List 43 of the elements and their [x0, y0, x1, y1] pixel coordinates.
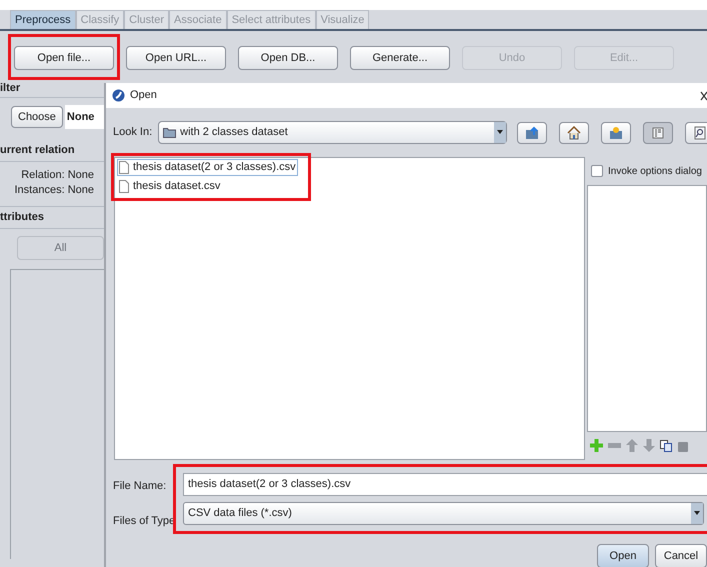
toolbar-button[interactable]: Open file...	[14, 46, 114, 70]
close-icon[interactable]	[700, 90, 707, 100]
file-item[interactable]: thesis dataset.csv	[117, 178, 222, 195]
file-name-label: File Name:	[113, 479, 168, 494]
section-heading: ttributes	[0, 210, 44, 226]
java-icon	[112, 89, 125, 102]
home-button[interactable]	[559, 122, 590, 144]
new-folder-icon	[609, 126, 624, 140]
dialog-title: Open	[130, 88, 157, 104]
checkbox-label: Invoke options dialog	[608, 164, 702, 178]
toolbar-button[interactable]: Open URL...	[126, 46, 226, 70]
view-toggle-button[interactable]	[685, 122, 707, 144]
files-of-type-dropdown[interactable]: CSV data files (*.csv)	[183, 502, 704, 525]
files-of-type-value: CSV data files (*.csv)	[188, 506, 292, 522]
section-heading: ilter	[0, 81, 20, 96]
tab[interactable]: Preprocess	[10, 10, 76, 29]
paste-icon[interactable]	[677, 440, 689, 452]
section-heading: urrent relation	[0, 142, 75, 158]
relation-text: Relation: None	[21, 168, 94, 183]
copy-icon[interactable]	[660, 440, 672, 452]
look-in-dropdown[interactable]: with 2 classes dataset	[158, 121, 508, 144]
look-in-label: Look In:	[113, 125, 152, 140]
toolbar-button[interactable]: Generate...	[350, 46, 450, 70]
details-view-icon	[694, 126, 706, 140]
file-icon	[119, 161, 129, 174]
home-icon	[567, 126, 582, 140]
instances-text: Instances: None	[14, 183, 94, 198]
look-in-value: with 2 classes dataset	[180, 125, 288, 140]
folder-icon	[163, 127, 176, 138]
checkbox[interactable]	[591, 165, 603, 177]
new-folder-button[interactable]	[601, 122, 632, 144]
toolbar-button[interactable]: Open DB...	[238, 46, 338, 70]
up-folder-button[interactable]	[517, 122, 548, 144]
choose-button[interactable]: Choose	[11, 106, 63, 128]
view-toggle-button[interactable]	[643, 122, 674, 144]
dialog-button[interactable]: Cancel	[655, 544, 707, 567]
filter-field[interactable]: None	[64, 105, 104, 129]
file-name-field[interactable]: thesis dataset(2 or 3 classes).csv	[183, 473, 707, 496]
list-view-icon	[652, 126, 664, 138]
file-icon	[119, 180, 129, 193]
file-item[interactable]: thesis dataset(2 or 3 classes).csv	[117, 159, 298, 176]
dialog-button[interactable]: Open	[597, 544, 649, 567]
up-folder-icon	[525, 126, 540, 140]
